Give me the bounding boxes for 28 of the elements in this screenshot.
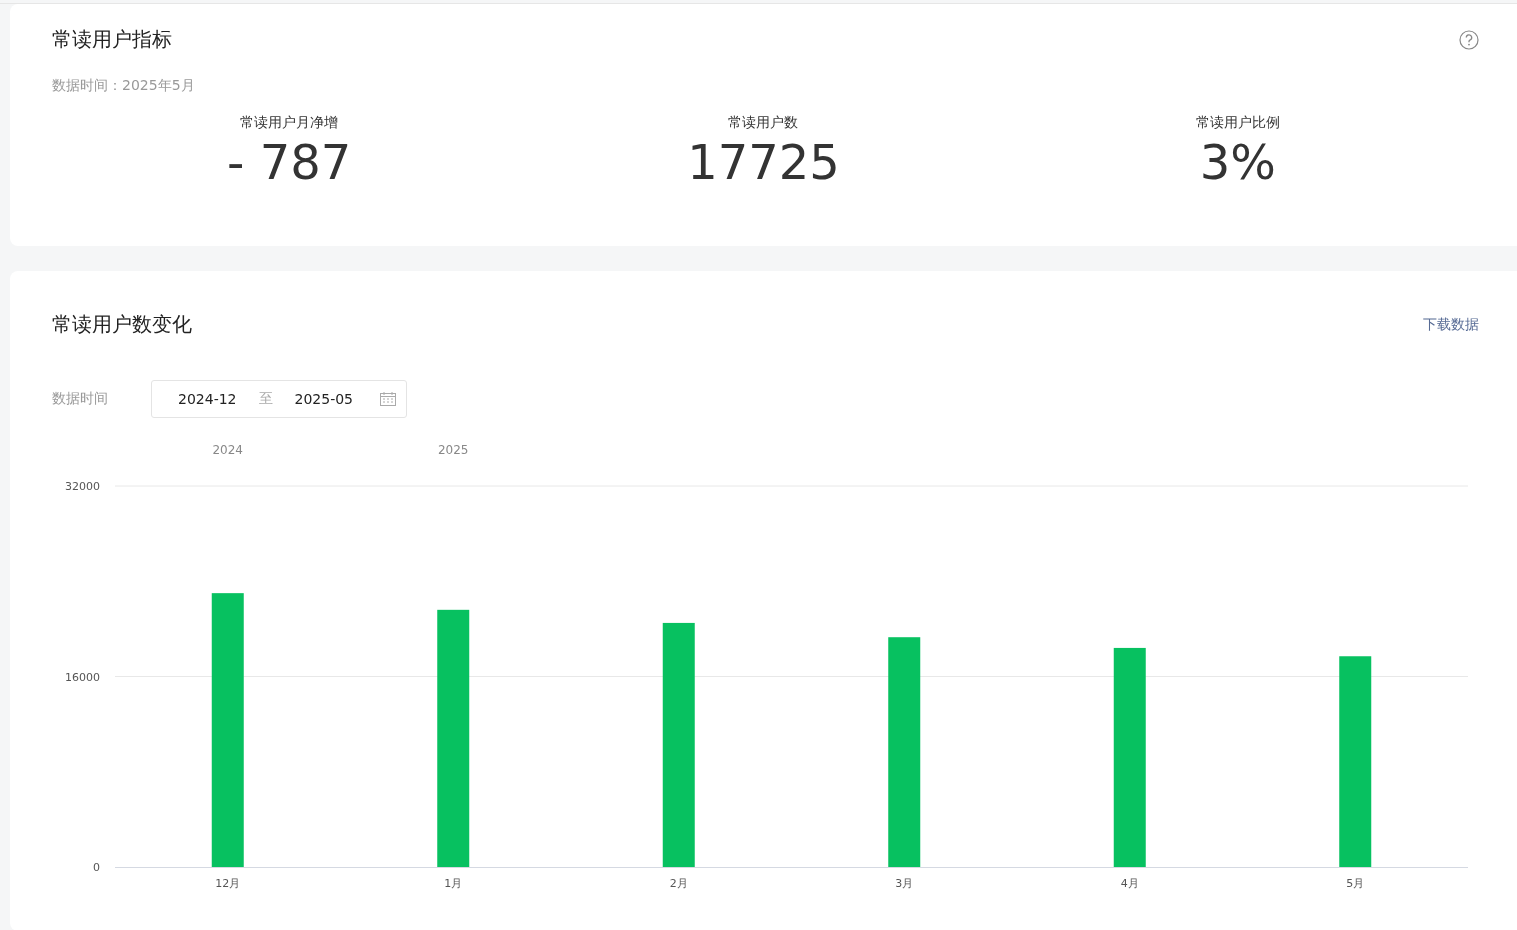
download-link[interactable]: 下载数据 (1423, 315, 1479, 334)
section-title: 常读用户指标 (52, 26, 172, 53)
metric-value: 17725 (687, 133, 840, 192)
date-range-field[interactable]: 2024-12 至 2025-05 (151, 380, 407, 418)
axis-label: 1月 (444, 877, 463, 890)
help-icon[interactable] (1459, 29, 1479, 50)
end-date: 2025-05 (294, 391, 353, 407)
axis-label: 4月 (1120, 877, 1139, 890)
axis-label: 16000 (65, 670, 100, 684)
axis-label: 0 (93, 861, 100, 874)
axis-label: 5月 (1346, 877, 1365, 890)
calendar-icon (380, 392, 396, 406)
axis-label: 2月 (669, 877, 688, 890)
data-time-text: 数据时间：2025年5月 (52, 77, 196, 95)
section-title: 常读用户数变化 (52, 311, 192, 338)
axis-label: 3月 (895, 877, 914, 890)
year-label: 2024 (212, 443, 243, 457)
metric-value: - 787 (227, 133, 352, 192)
year-label: 2025 (438, 443, 469, 457)
metric-label: 常读用户数 (728, 114, 799, 132)
metric-label: 常读用户比例 (1195, 114, 1280, 132)
filter-label: 数据时间 (52, 390, 109, 408)
metric-label: 常读用户月净增 (240, 114, 339, 132)
axis-label: 32000 (65, 480, 100, 493)
axis-label: 12月 (215, 877, 241, 890)
metric-value: 3% (1199, 133, 1276, 192)
start-date: 2024-12 (178, 391, 237, 407)
range-separator: 至 (258, 390, 273, 408)
